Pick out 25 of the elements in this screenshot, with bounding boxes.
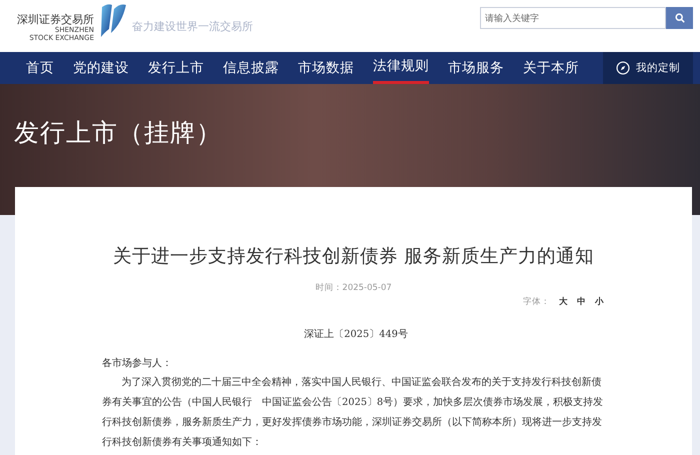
nav-tab[interactable]: 关于本所 xyxy=(523,52,579,84)
nav-tab[interactable]: 市场服务 xyxy=(448,52,504,84)
article-title: 关于进一步支持发行科技创新债券 服务新质生产力的通知 xyxy=(112,245,595,268)
nav-tab[interactable]: 市场数据 xyxy=(298,52,354,84)
search-field[interactable]: 请输入关键字 xyxy=(480,7,666,29)
font-size-link[interactable]: 中 xyxy=(577,296,586,308)
search-icon xyxy=(674,13,684,23)
document-number: 深证上〔2025〕449号 xyxy=(303,328,409,341)
tagline: 奋力建设世界一流交易所 xyxy=(132,19,253,34)
article-paragraph: 为了深入贯彻党的二十届三中全会精神，落实中国人民银行、中国证监会联合发布的关于支持发行科技创新债券有关事宜的公告（中国人民银行 中国证监会公告〔2025〕8号）要求，加快多层次债券市场发展，积极支持发行科技创新债券，服务新质生产力，更好发挥债券市场功能，深圳证券交易所（以下简称本所）现将进一步支持发行科技创新债券有关事项通知如下： xyxy=(102,376,604,450)
compass-icon xyxy=(616,61,630,75)
custom-button[interactable]: 我的定制 xyxy=(603,52,693,84)
logo-emblem-icon xyxy=(100,3,126,37)
logo-chinese-name: 深圳证券交易所 xyxy=(17,13,94,26)
banner-title: 发行上市（挂牌） xyxy=(13,117,223,149)
nav-tab[interactable]: 发行上市 xyxy=(148,52,204,84)
nav-tab[interactable]: 信息披露 xyxy=(223,52,279,84)
nav-tab[interactable]: 首页 xyxy=(26,52,54,84)
font-size-label: 字体： xyxy=(523,296,550,308)
salutation: 各市场参与人： xyxy=(102,357,173,370)
publish-date: 时间：2025-05-07 xyxy=(315,283,392,293)
font-size-link[interactable]: 小 xyxy=(595,296,604,308)
search-button[interactable] xyxy=(666,7,693,29)
nav-tab[interactable]: 党的建设 xyxy=(73,52,129,84)
font-size-link[interactable]: 大 xyxy=(559,296,568,308)
